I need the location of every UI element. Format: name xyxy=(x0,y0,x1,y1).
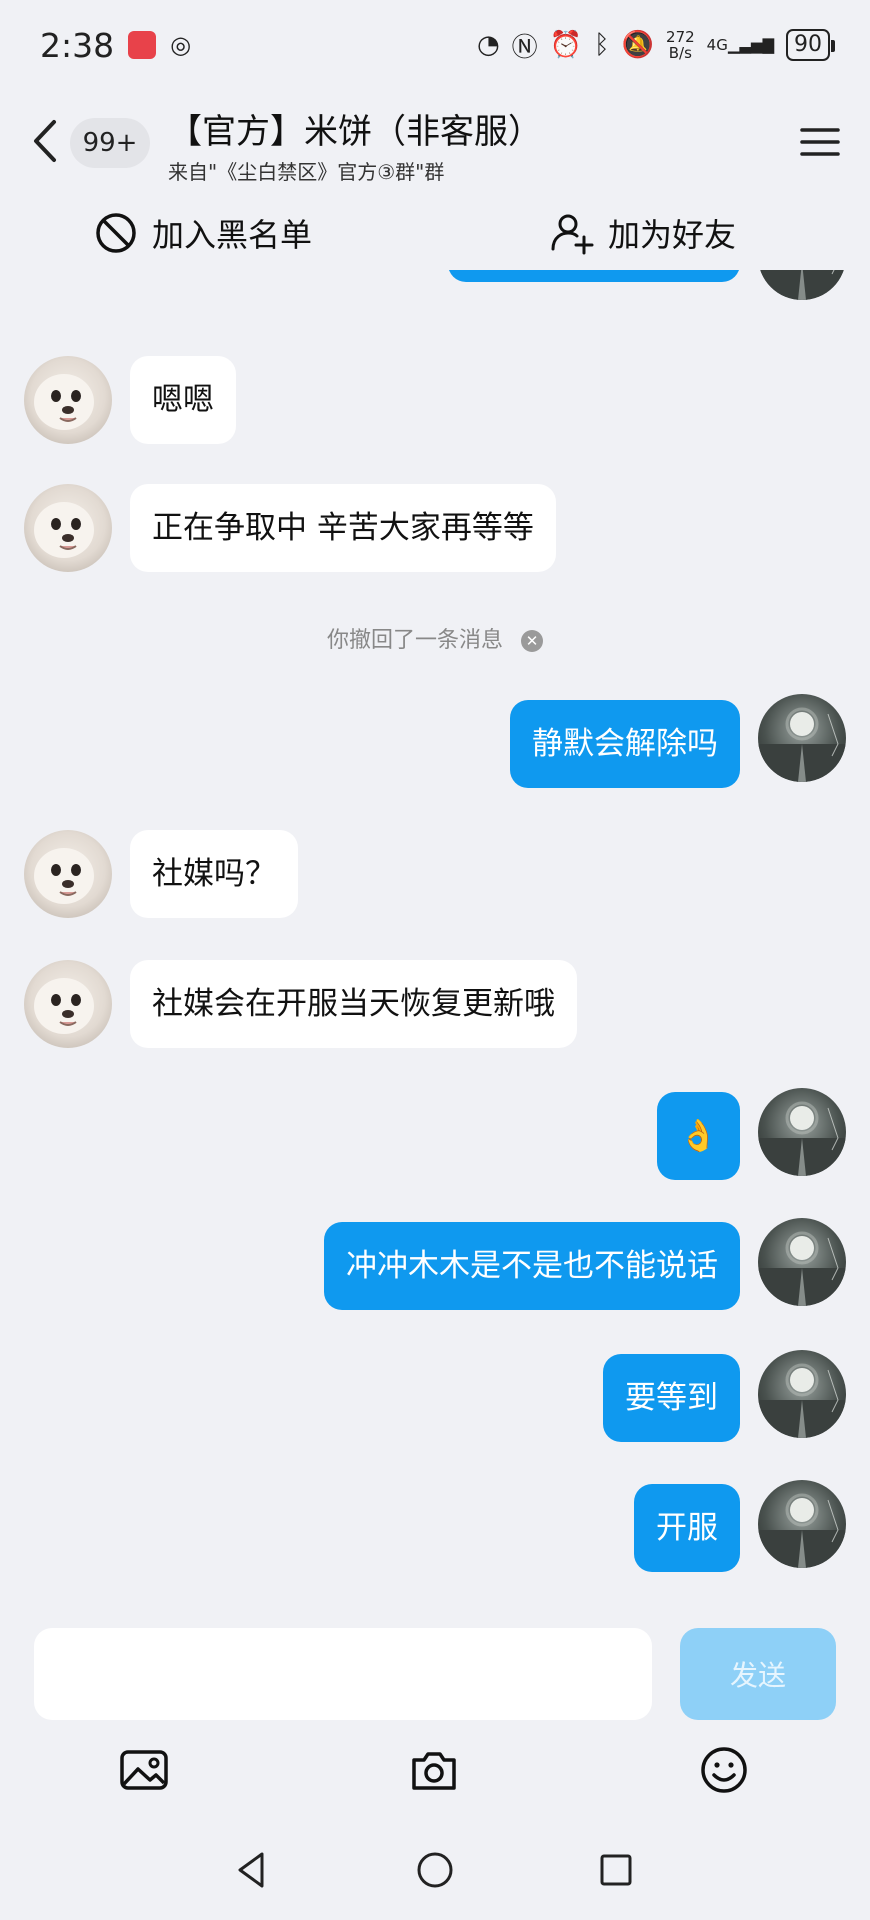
message-bubble[interactable]: 社媒会在开服当天恢复更新哦 xyxy=(130,960,577,1048)
camera-icon[interactable] xyxy=(408,1744,460,1796)
block-icon xyxy=(96,213,136,253)
app-notification-icon xyxy=(128,31,157,59)
message-row: 👌 xyxy=(0,1092,870,1180)
recall-notice: 你撤回了一条消息 ✕ xyxy=(0,622,870,654)
recall-text: 你撤回了一条消息 xyxy=(326,628,503,653)
user-avatar[interactable] xyxy=(758,1480,846,1568)
network-speed: 272 B/s xyxy=(666,29,695,61)
status-icons: ◔ Ⓝ ⏰ ᛒ 🔕 272 B/s 4G▁▃▅▇ 90 xyxy=(476,27,835,64)
signal-icon: 4G▁▃▅▇ xyxy=(706,35,774,54)
user-avatar[interactable] xyxy=(758,270,846,300)
status-time: 2:38 xyxy=(40,25,115,65)
message-row: 社媒吗？ xyxy=(0,830,870,918)
message-input[interactable] xyxy=(34,1628,652,1720)
message-bubble[interactable]: 静默会解除吗 xyxy=(510,700,740,788)
message-list[interactable]: 米饼米饼，真的吗 嗯嗯 正在争取中 辛苦大家再等等 你撤回了一条消息 ✕ 静默会解… xyxy=(0,270,870,1620)
chat-header: 99+ 【官方】米饼（非客服） 来自"《尘白禁区》官方③群"群 xyxy=(0,100,870,190)
block-label: 加入黑名单 xyxy=(152,216,313,254)
message-bubble[interactable]: 👌 xyxy=(657,1092,740,1180)
add-friend-icon xyxy=(551,214,594,255)
message-bubble[interactable]: 社媒吗？ xyxy=(130,830,298,918)
message-row: 静默会解除吗 xyxy=(0,700,870,788)
message-row: 米饼米饼，真的吗 xyxy=(0,270,870,316)
image-icon[interactable] xyxy=(118,1744,170,1796)
message-bubble[interactable]: 开服 xyxy=(634,1484,740,1572)
sender-avatar[interactable] xyxy=(24,484,112,572)
speedometer-icon: ◔ xyxy=(476,30,500,60)
message-row: 要等到 xyxy=(0,1354,870,1442)
input-toolbar xyxy=(0,1740,870,1800)
status-bar: 2:38 ◎ ◔ Ⓝ ⏰ ᛒ 🔕 272 B/s 4G▁▃▅▇ 90 xyxy=(0,0,870,90)
system-nav-bar xyxy=(0,1820,870,1920)
block-button[interactable]: 加入黑名单 xyxy=(94,210,312,256)
action-row: 加入黑名单 加为好友 xyxy=(0,200,870,270)
menu-icon[interactable] xyxy=(798,122,842,162)
message-bubble[interactable]: 米饼米饼，真的吗 xyxy=(448,270,740,282)
message-row: 开服 xyxy=(0,1484,870,1572)
sync-icon: ◎ xyxy=(170,31,192,59)
network-speed-unit: B/s xyxy=(668,44,692,62)
mute-icon: 🔕 xyxy=(621,30,655,60)
sender-avatar[interactable] xyxy=(24,356,112,444)
add-friend-button[interactable]: 加为好友 xyxy=(550,210,736,256)
unread-count-badge[interactable]: 99+ xyxy=(70,118,150,168)
message-row: 冲冲木木是不是也不能说话 xyxy=(0,1222,870,1310)
nfc-icon: Ⓝ xyxy=(511,32,538,63)
nav-home-icon[interactable] xyxy=(413,1848,457,1892)
send-button[interactable]: 发送 xyxy=(680,1628,836,1720)
nav-back-icon[interactable] xyxy=(230,1848,274,1892)
emoji-icon[interactable] xyxy=(698,1744,750,1796)
battery-icon: 90 xyxy=(786,29,835,61)
chat-title: 【官方】米饼（非客服） xyxy=(168,112,542,152)
message-bubble[interactable]: 嗯嗯 xyxy=(130,356,236,444)
sender-avatar[interactable] xyxy=(24,830,112,918)
alarm-icon: ⏰ xyxy=(549,30,583,60)
sender-avatar[interactable] xyxy=(24,960,112,1048)
user-avatar[interactable] xyxy=(758,1350,846,1438)
user-avatar[interactable] xyxy=(758,694,846,782)
message-row: 社媒会在开服当天恢复更新哦 xyxy=(0,960,870,1050)
back-icon[interactable] xyxy=(26,116,66,166)
message-bubble[interactable]: 要等到 xyxy=(603,1354,740,1442)
user-avatar[interactable] xyxy=(758,1088,846,1176)
chat-subtitle: 来自"《尘白禁区》官方③群"群 xyxy=(168,160,445,184)
message-bubble[interactable]: 冲冲木木是不是也不能说话 xyxy=(324,1222,740,1310)
message-bubble[interactable]: 正在争取中 辛苦大家再等等 xyxy=(130,484,556,572)
close-icon[interactable]: ✕ xyxy=(521,630,543,652)
bluetooth-icon: ᛒ xyxy=(594,30,610,60)
user-avatar[interactable] xyxy=(758,1218,846,1306)
input-bar: 发送 xyxy=(0,1620,870,1740)
nav-recents-icon[interactable] xyxy=(594,1848,638,1892)
message-row: 嗯嗯 xyxy=(0,356,870,444)
message-row: 正在争取中 辛苦大家再等等 xyxy=(0,484,870,574)
add-friend-label: 加为好友 xyxy=(608,216,737,254)
